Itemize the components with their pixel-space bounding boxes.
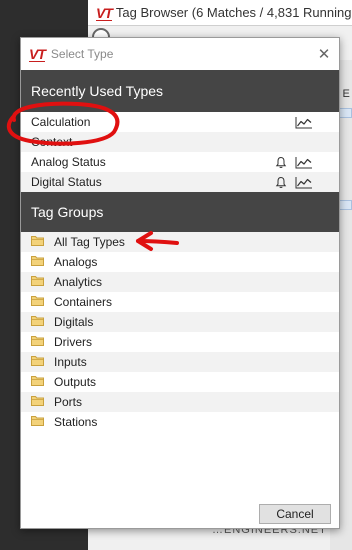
trend-chart-icon [295, 156, 313, 169]
tag-group-label: Ports [54, 395, 83, 409]
folder-icon [31, 415, 44, 429]
row-icons [275, 152, 313, 172]
tag-group-label: Drivers [54, 335, 92, 349]
folder-icon [31, 295, 44, 309]
tag-group-label: Inputs [54, 355, 87, 369]
background-titlebar: VT Tag Browser (6 Matches / 4,831 Runnin… [88, 0, 352, 26]
tag-group-item[interactable]: Containers [21, 292, 339, 312]
tag-group-item[interactable]: Stations [21, 412, 339, 432]
tag-groups-header: Tag Groups [21, 192, 339, 232]
recent-type-label: Context [31, 135, 73, 149]
recently-used-types-header: Recently Used Types [21, 70, 339, 112]
background-window-title: Tag Browser (6 Matches / 4,831 Running, … [115, 5, 352, 20]
recent-type-row[interactable]: Analog Status [21, 152, 339, 172]
background-vt-logo: VT [96, 4, 113, 21]
tag-group-item[interactable]: Outputs [21, 372, 339, 392]
vt-logo: VT [29, 46, 46, 62]
tag-group-label: Containers [54, 295, 113, 309]
recent-type-row[interactable]: Digital Status [21, 172, 339, 192]
folder-icon [31, 235, 44, 249]
recent-type-label: Digital Status [31, 175, 102, 189]
tag-group-label: Digitals [54, 315, 94, 329]
recent-type-row[interactable]: Calculation [21, 112, 339, 132]
bell-icon [275, 156, 287, 169]
tag-group-item[interactable]: Digitals [21, 312, 339, 332]
select-type-dialog: VT Select Type ✕ Recently Used Types Cal… [20, 37, 340, 529]
folder-icon [31, 335, 44, 349]
folder-icon [31, 255, 44, 269]
dialog-title: Select Type [50, 47, 114, 61]
dialog-titlebar: VT Select Type ✕ [21, 38, 339, 70]
trend-chart-icon [295, 176, 313, 189]
tag-group-item[interactable]: Inputs [21, 352, 339, 372]
recent-types-list: Calculation Context Analog Status Digital S… [21, 112, 339, 192]
row-icons [295, 112, 313, 132]
folder-icon [31, 315, 44, 329]
recent-type-label: Calculation [31, 115, 91, 129]
tag-group-item[interactable]: Analytics [21, 272, 339, 292]
tag-group-label: Outputs [54, 375, 97, 389]
tag-group-item[interactable]: All Tag Types [21, 232, 339, 252]
tag-group-item[interactable]: Analogs [21, 252, 339, 272]
folder-icon [31, 395, 44, 409]
folder-icon [31, 275, 44, 289]
tag-group-label: Stations [54, 415, 98, 429]
trend-chart-icon [295, 116, 313, 129]
recent-type-row[interactable]: Context [21, 132, 339, 152]
bell-icon [275, 176, 287, 189]
row-icons [275, 172, 313, 192]
folder-icon [31, 375, 44, 389]
folder-icon [31, 355, 44, 369]
tag-group-item[interactable]: Ports [21, 392, 339, 412]
tag-group-label: All Tag Types [54, 235, 125, 249]
cancel-button[interactable]: Cancel [259, 504, 331, 524]
tag-groups-list: All Tag Types Analogs Analytics Containers D… [21, 232, 339, 432]
tag-group-label: Analogs [54, 255, 98, 269]
tag-group-label: Analytics [54, 275, 103, 289]
tag-group-item[interactable]: Drivers [21, 332, 339, 352]
close-icon[interactable]: ✕ [309, 38, 339, 70]
recent-type-label: Analog Status [31, 155, 106, 169]
